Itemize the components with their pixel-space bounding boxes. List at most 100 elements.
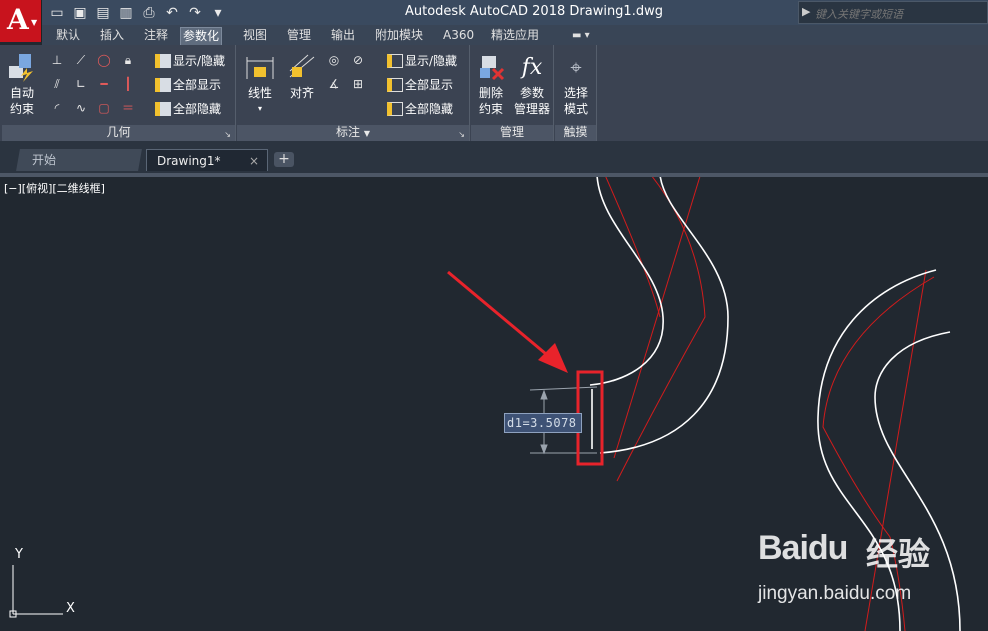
- label: 几何: [106, 125, 131, 139]
- panel-dimensional: 线性 ▾ 对齐 ◎ ⊘ ∡ ⊞ 显示/隐藏 全部显示 全部隐藏 标注 ▼ ↘: [237, 45, 470, 141]
- linear-dimension-icon: [243, 49, 277, 85]
- chevron-down-icon: ▼: [31, 18, 38, 27]
- close-icon[interactable]: ×: [249, 150, 259, 172]
- auto-constrain-label-2: 约束: [9, 102, 34, 116]
- ribbon-options-icon[interactable]: ▬ ▾: [570, 27, 592, 45]
- select-mode-button[interactable]: ⌖ 选择 模式: [559, 49, 593, 117]
- ribbon: 自动 约束 ⊥ ⟋ ◯ 🔒︎ ⫽ ∟ ━ ┃ ◜ ∿ ▢ ＝ 显示/隐藏 全部显…: [0, 45, 988, 141]
- tab-parametric[interactable]: 参数化: [180, 27, 223, 46]
- viewport-controls[interactable]: [−][俯视][二维线框]: [4, 180, 105, 196]
- geometry-show-all-button[interactable]: 全部显示: [155, 75, 221, 95]
- extension-line-top: [529, 386, 598, 391]
- ucs-icon: [9, 565, 63, 618]
- tab-annotate[interactable]: 注释: [142, 27, 170, 45]
- tab-output[interactable]: 输出: [329, 27, 357, 45]
- tab-insert[interactable]: 插入: [98, 27, 126, 45]
- panel-title-dimensional[interactable]: 标注 ▼ ↘: [237, 125, 469, 141]
- parallel-icon[interactable]: ⫽: [48, 75, 66, 93]
- chevron-down-icon: ▼: [363, 129, 370, 138]
- watermark-url: jingyan.baidu.com: [758, 583, 912, 604]
- autocad-logo-icon: A: [7, 3, 29, 36]
- panel-title-geometry[interactable]: 几何 ↘: [2, 125, 235, 141]
- equal-icon[interactable]: ＝: [119, 99, 137, 117]
- arrow-shaft: [447, 270, 553, 361]
- ucs-x-label: X: [66, 601, 75, 616]
- saveas-icon[interactable]: ▥: [117, 4, 135, 22]
- brand-text: 经验: [866, 535, 931, 573]
- perpendicular-icon[interactable]: ∟: [72, 75, 90, 93]
- dimension-value[interactable]: d1=3.5078: [507, 416, 577, 430]
- drawing-viewport[interactable]: Y X [−][俯视][二维线框] d1=3.5078 Baidu 经验 jin…: [0, 177, 988, 631]
- tab-manage[interactable]: 管理: [285, 27, 313, 45]
- tab-view[interactable]: 视图: [241, 27, 269, 45]
- search-box: ▶: [798, 1, 988, 24]
- coincident-icon[interactable]: ⊥: [48, 51, 66, 69]
- aligned-button[interactable]: 对齐: [285, 49, 319, 101]
- concentric-icon[interactable]: ◯: [95, 51, 113, 69]
- diameter-icon[interactable]: ⊘: [349, 51, 367, 69]
- save-icon[interactable]: ▤: [94, 4, 112, 22]
- dialog-launcher-icon[interactable]: ↘: [224, 127, 231, 142]
- tab-start[interactable]: 开始: [16, 149, 142, 171]
- panel-touch: ⌖ 选择 模式 触摸: [555, 45, 597, 141]
- label: 全部显示: [173, 78, 222, 92]
- show-hide-icon: [387, 53, 403, 68]
- dimension-show-all-button[interactable]: 全部显示: [387, 75, 453, 95]
- label-2: 管理器: [513, 102, 550, 116]
- label-2: 模式: [563, 102, 588, 116]
- dropdown-icon[interactable]: ▾: [209, 4, 227, 22]
- delete-constraints-button[interactable]: 删除 约束: [474, 49, 508, 117]
- auto-constrain-button[interactable]: 自动 约束: [5, 49, 39, 117]
- panel-title-manage: 管理: [471, 125, 553, 141]
- tab-a360[interactable]: A360: [441, 27, 476, 45]
- arc-inner: [589, 177, 664, 386]
- new-icon[interactable]: ▭: [48, 4, 66, 22]
- window-title: Autodesk AutoCAD 2018 Drawing1.dwg: [405, 4, 663, 19]
- fix-lock-icon[interactable]: 🔒︎: [119, 51, 137, 69]
- undo-icon[interactable]: ↶: [163, 4, 181, 22]
- geometry-show-hide-button[interactable]: 显示/隐藏: [155, 51, 225, 71]
- arrow-head: [538, 343, 568, 373]
- symmetric-icon[interactable]: ▢: [95, 99, 113, 117]
- label-1: 参数: [519, 86, 544, 100]
- title-bar: ▭ ▣ ▤ ▥ ⎙ ↶ ↷ ▾ Autodesk AutoCAD 2018 Dr…: [0, 0, 988, 25]
- angular-icon[interactable]: ∡: [325, 75, 343, 93]
- baidu-logo: Baidu: [758, 529, 848, 567]
- parameters-manager-button[interactable]: fx 参数 管理器: [512, 49, 552, 117]
- smooth-icon[interactable]: ∿: [72, 99, 90, 117]
- show-all-icon: [155, 77, 171, 92]
- application-menu-button[interactable]: A ▼: [0, 0, 42, 42]
- tab-default[interactable]: 默认: [54, 27, 82, 45]
- label: 对齐: [289, 86, 314, 100]
- ribbon-tabs: 默认 插入 注释 参数化 视图 管理 输出 附加模块 A360 精选应用 ▬ ▾: [42, 25, 988, 46]
- search-input[interactable]: [813, 5, 987, 23]
- redo-icon[interactable]: ↷: [186, 4, 204, 22]
- tab-addins[interactable]: 附加模块: [373, 27, 425, 45]
- geometry-hide-all-button[interactable]: 全部隐藏: [155, 99, 221, 119]
- print-icon[interactable]: ⎙: [140, 4, 158, 22]
- new-tab-button[interactable]: +: [274, 152, 294, 167]
- chevron-down-icon: ▾: [257, 104, 262, 113]
- delete-constraints-icon: [474, 49, 508, 85]
- search-expand-icon[interactable]: ▶: [802, 5, 810, 18]
- tab-featured-apps[interactable]: 精选应用: [489, 27, 541, 45]
- tab-drawing1[interactable]: Drawing1* ×: [146, 149, 268, 171]
- construction-line: [864, 269, 927, 631]
- dialog-launcher-icon[interactable]: ↘: [458, 127, 465, 142]
- label-2: 约束: [478, 102, 503, 116]
- tangent-icon[interactable]: ◜: [48, 99, 66, 117]
- vertical-icon[interactable]: ┃: [119, 75, 137, 93]
- collinear-icon[interactable]: ⟋: [72, 51, 90, 69]
- dimension-show-hide-button[interactable]: 显示/隐藏: [387, 51, 457, 71]
- open-icon[interactable]: ▣: [71, 4, 89, 22]
- radius-icon[interactable]: ◎: [325, 51, 343, 69]
- convert-icon[interactable]: ⊞: [349, 75, 367, 93]
- auto-constrain-label-1: 自动: [9, 86, 34, 100]
- dimension-edit-box[interactable]: d1=3.5078: [504, 413, 582, 433]
- label-1: 删除: [478, 86, 503, 100]
- dimension-hide-all-button[interactable]: 全部隐藏: [387, 99, 453, 119]
- horizontal-icon[interactable]: ━: [95, 75, 113, 93]
- show-hide-icon: [155, 53, 171, 68]
- linear-button[interactable]: 线性 ▾: [243, 49, 277, 117]
- label: Drawing1*: [157, 154, 221, 168]
